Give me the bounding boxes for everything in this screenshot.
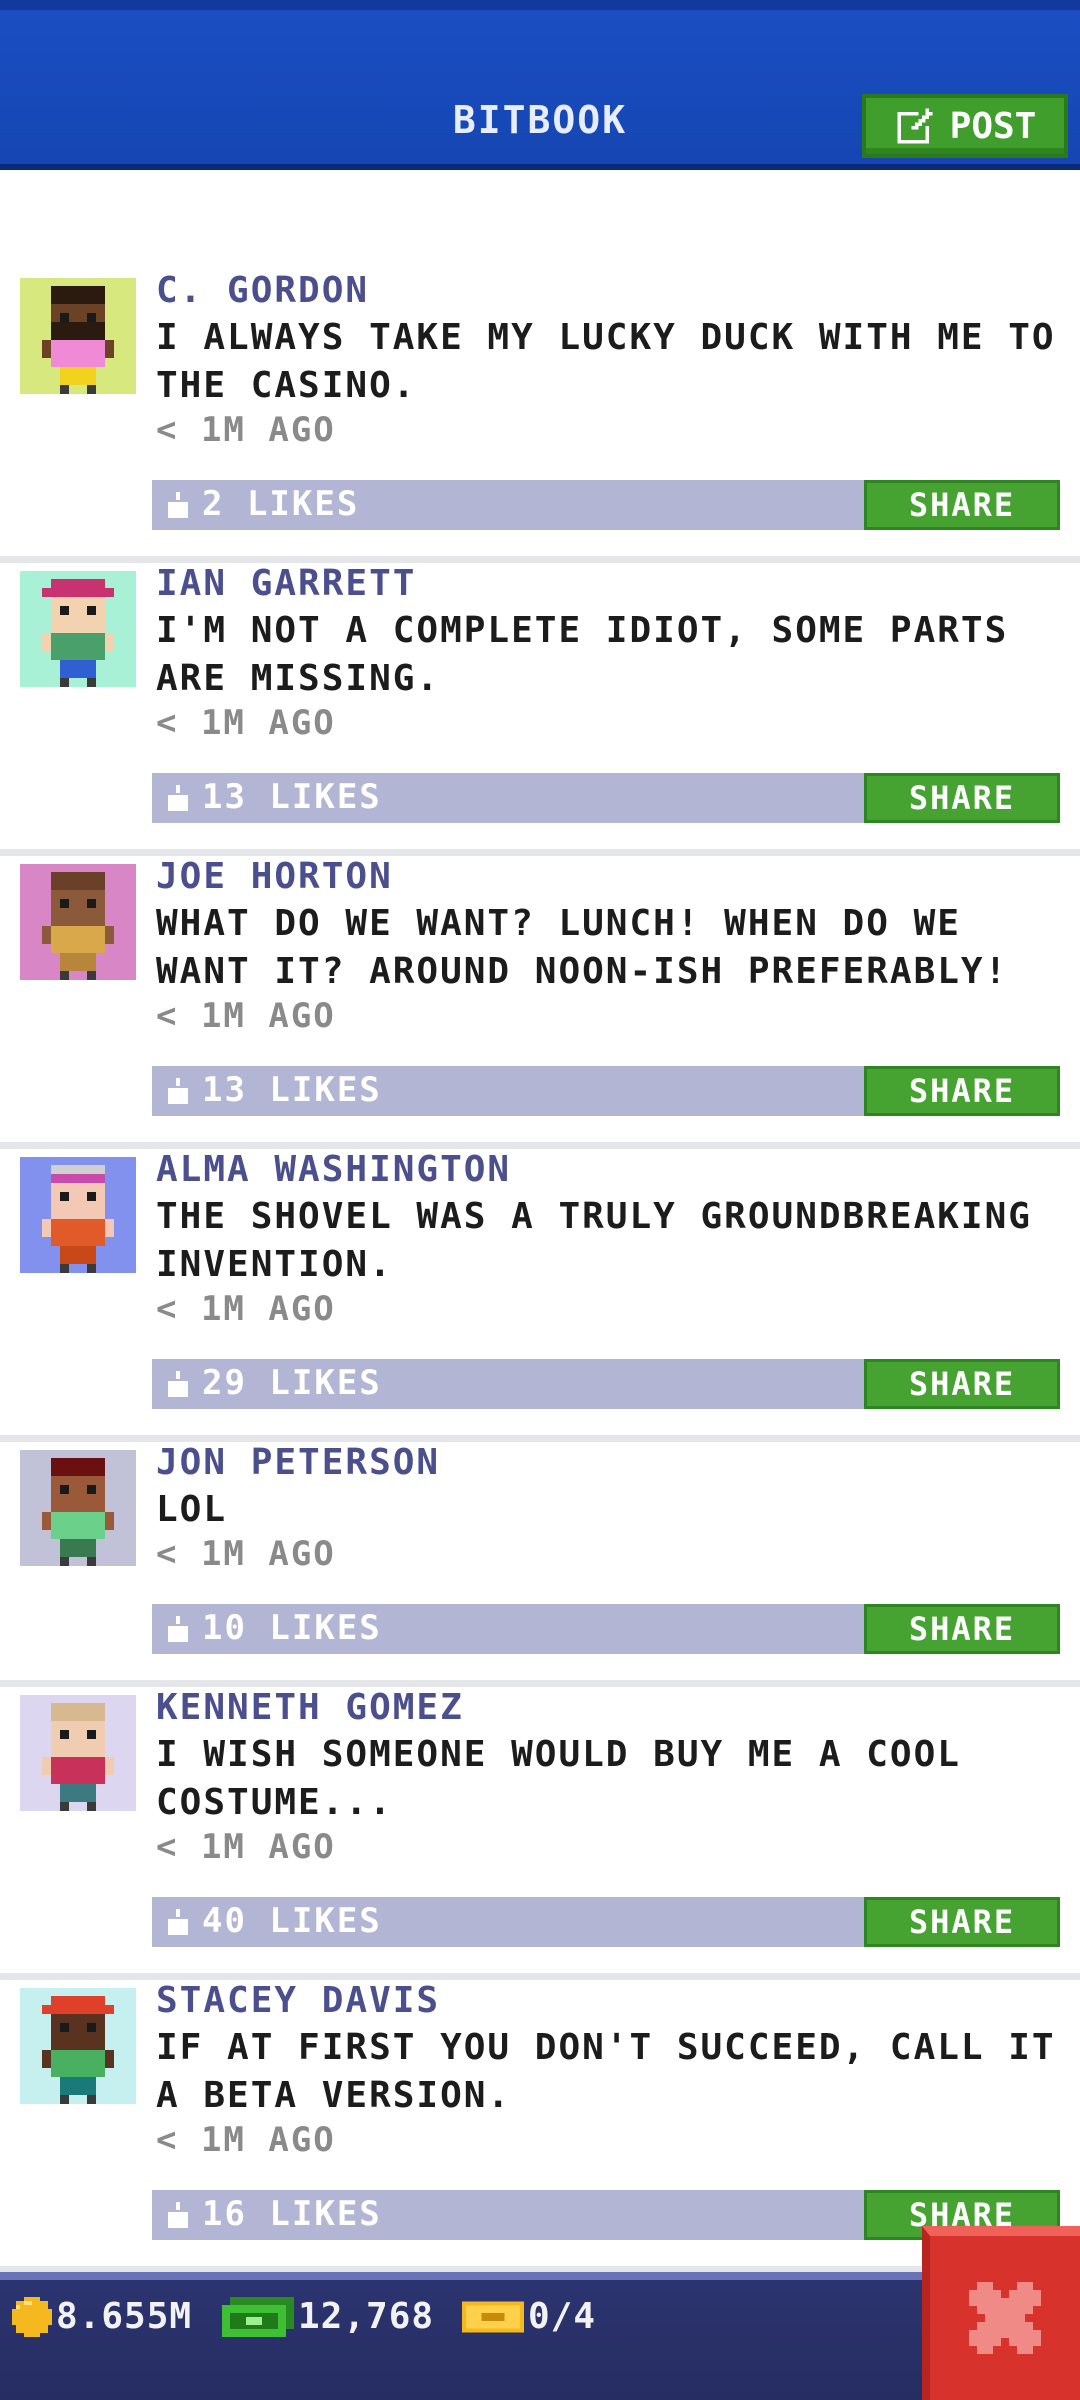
- app-header: BITBOOK POST: [0, 0, 1080, 170]
- thumbs-up-icon: [168, 492, 188, 518]
- avatar[interactable]: [20, 1157, 136, 1273]
- post-timestamp: < 1M AGO: [156, 410, 336, 450]
- post-author[interactable]: IAN GARRETT: [156, 563, 416, 604]
- post-timestamp: < 1M AGO: [156, 996, 336, 1036]
- avatar-sprite: [42, 286, 114, 394]
- avatar[interactable]: [20, 1988, 136, 2104]
- post-timestamp: < 1M AGO: [156, 703, 336, 743]
- post-timestamp: < 1M AGO: [156, 1827, 336, 1867]
- feed-post: C. GORDON I ALWAYS TAKE MY LUCKY DUCK WI…: [0, 270, 1080, 563]
- feed-post: JOE HORTON WHAT DO WE WANT? LUNCH! WHEN …: [0, 856, 1080, 1149]
- post-message: I ALWAYS TAKE MY LUCKY DUCK WITH ME TO T…: [156, 317, 1056, 406]
- avatar[interactable]: [20, 278, 136, 394]
- like-count: 29 LIKES: [202, 1363, 382, 1403]
- thumbs-up-icon: [168, 1078, 188, 1104]
- thumbs-up-icon: [168, 2202, 188, 2228]
- post-author[interactable]: ALMA WASHINGTON: [156, 1149, 511, 1190]
- post-button-label: POST: [949, 105, 1037, 147]
- bux-stat[interactable]: 12,768: [222, 2296, 434, 2337]
- thumbs-up-icon: [168, 1371, 188, 1397]
- currency-bar: 8.655M 12,768 0/4: [0, 2272, 1080, 2400]
- avatar[interactable]: [20, 571, 136, 687]
- avatar-sprite: [42, 1165, 114, 1273]
- avatar[interactable]: [20, 864, 136, 980]
- ticket-count: 0/4: [528, 2296, 597, 2337]
- feed-list[interactable]: C. GORDON I ALWAYS TAKE MY LUCKY DUCK WI…: [0, 270, 1080, 2273]
- like-bar: 29 LIKES SHARE: [152, 1359, 1060, 1409]
- post-author[interactable]: C. GORDON: [156, 270, 369, 311]
- post-button[interactable]: POST: [862, 94, 1068, 158]
- avatar-sprite: [42, 579, 114, 687]
- post-author[interactable]: STACEY DAVIS: [156, 1980, 440, 2021]
- avatar-sprite: [42, 1703, 114, 1811]
- avatar[interactable]: [20, 1450, 136, 1566]
- post-message: THE SHOVEL WAS A TRULY GROUNDBREAKING IN…: [156, 1196, 1032, 1285]
- share-button[interactable]: SHARE: [864, 1897, 1060, 1947]
- share-button[interactable]: SHARE: [864, 480, 1060, 530]
- edit-icon: [897, 108, 933, 144]
- post-author[interactable]: JOE HORTON: [156, 856, 393, 897]
- bux-amount: 12,768: [298, 2296, 435, 2337]
- post-message: WHAT DO WE WANT? LUNCH! WHEN DO WE WANT …: [156, 903, 1009, 992]
- feed-post: JON PETERSON LOL < 1M AGO 10 LIKES SHARE: [0, 1442, 1080, 1687]
- feed-post: KENNETH GOMEZ I WISH SOMEONE WOULD BUY M…: [0, 1687, 1080, 1980]
- feed-post: STACEY DAVIS IF AT FIRST YOU DON'T SUCCE…: [0, 1980, 1080, 2273]
- like-bar: 13 LIKES SHARE: [152, 773, 1060, 823]
- post-timestamp: < 1M AGO: [156, 1289, 336, 1329]
- like-bar: 13 LIKES SHARE: [152, 1066, 1060, 1116]
- like-bar: 2 LIKES SHARE: [152, 480, 1060, 530]
- like-bar: 10 LIKES SHARE: [152, 1604, 1060, 1654]
- post-message: I'M NOT A COMPLETE IDIOT, SOME PARTS ARE…: [156, 610, 1009, 699]
- share-button[interactable]: SHARE: [864, 773, 1060, 823]
- feed-post: ALMA WASHINGTON THE SHOVEL WAS A TRULY G…: [0, 1149, 1080, 1442]
- like-count: 13 LIKES: [202, 777, 382, 817]
- post-message: I WISH SOMEONE WOULD BUY ME A COOL COSTU…: [156, 1734, 961, 1823]
- like-count: 16 LIKES: [202, 2194, 382, 2234]
- like-count: 40 LIKES: [202, 1901, 382, 1941]
- thumbs-up-icon: [168, 785, 188, 811]
- coin-amount: 8.655M: [56, 2296, 193, 2337]
- post-message: LOL: [156, 1489, 228, 1530]
- bux-icon: [222, 2296, 294, 2337]
- share-button[interactable]: SHARE: [864, 1359, 1060, 1409]
- share-button[interactable]: SHARE: [864, 1066, 1060, 1116]
- avatar-sprite: [42, 1996, 114, 2104]
- thumbs-up-icon: [168, 1909, 188, 1935]
- post-author[interactable]: JON PETERSON: [156, 1442, 440, 1483]
- ticket-stat[interactable]: 0/4: [462, 2296, 596, 2337]
- post-author[interactable]: KENNETH GOMEZ: [156, 1687, 464, 1728]
- post-message: IF AT FIRST YOU DON'T SUCCEED, CALL IT A…: [156, 2027, 1056, 2116]
- close-icon: [969, 2282, 1041, 2354]
- share-button[interactable]: SHARE: [864, 1604, 1060, 1654]
- like-count: 2 LIKES: [202, 484, 360, 524]
- thumbs-up-icon: [168, 1616, 188, 1642]
- post-timestamp: < 1M AGO: [156, 1534, 336, 1574]
- ticket-icon: [462, 2301, 524, 2332]
- avatar[interactable]: [20, 1695, 136, 1811]
- close-button[interactable]: [922, 2226, 1080, 2400]
- coin-stat[interactable]: 8.655M: [12, 2296, 192, 2337]
- like-count: 13 LIKES: [202, 1070, 382, 1110]
- post-timestamp: < 1M AGO: [156, 2120, 336, 2160]
- coin-icon: [12, 2296, 52, 2337]
- avatar-sprite: [42, 1458, 114, 1566]
- like-count: 10 LIKES: [202, 1608, 382, 1648]
- feed-post: IAN GARRETT I'M NOT A COMPLETE IDIOT, SO…: [0, 563, 1080, 856]
- like-bar: 40 LIKES SHARE: [152, 1897, 1060, 1947]
- avatar-sprite: [42, 872, 114, 980]
